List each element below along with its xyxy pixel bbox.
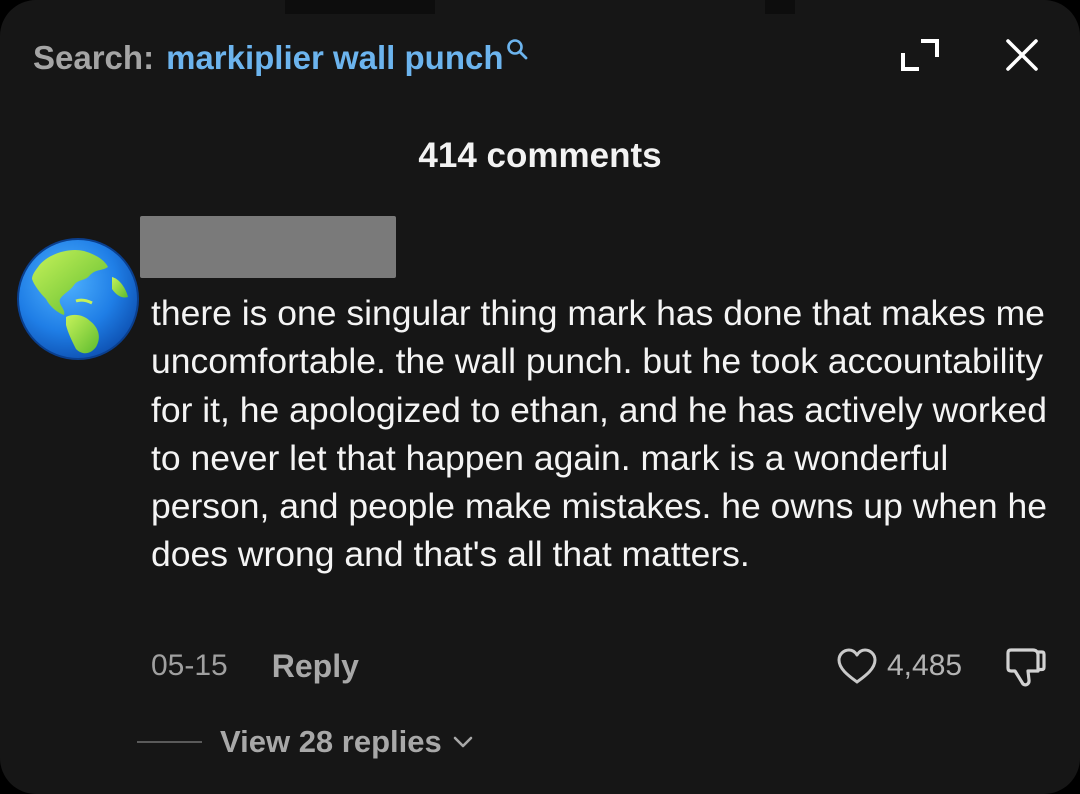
view-replies-label: View 28 replies [220, 724, 442, 759]
chevron-down-icon [453, 736, 473, 748]
close-icon[interactable] [1004, 37, 1040, 73]
comment-date: 05-15 [151, 649, 228, 682]
search-icon [506, 39, 527, 60]
redacted-username [140, 216, 396, 278]
heart-icon [837, 648, 877, 684]
comment-text: there is one singular thing mark has don… [151, 293, 1047, 575]
like-button[interactable]: 4,485 [835, 644, 962, 688]
search-label: Search: [33, 39, 155, 76]
replies-divider [137, 741, 202, 743]
comment-meta: 05-15 Reply [151, 644, 359, 688]
search-query-link[interactable]: markiplier wall punch [166, 39, 503, 77]
top-edge-shadow [285, 0, 435, 14]
globe-americas-icon[interactable] [16, 237, 140, 361]
expand-icon[interactable] [899, 37, 941, 73]
search-suggestion[interactable]: Search: markiplier wall punch [33, 36, 528, 80]
thumbs-down-icon[interactable] [1002, 644, 1048, 690]
comments-count: 414 comments [418, 136, 662, 175]
reply-button[interactable]: Reply [272, 648, 359, 685]
like-count: 4,485 [887, 649, 963, 682]
comments-panel: Search: markiplier wall punch 414 commen… [0, 0, 1080, 794]
top-edge-shadow [765, 0, 795, 14]
view-replies-button[interactable]: View 28 replies [220, 722, 474, 762]
